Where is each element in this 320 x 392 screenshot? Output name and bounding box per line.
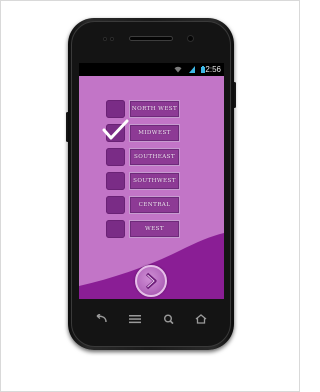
region-row: NORTH WEST bbox=[106, 100, 180, 118]
front-camera-icon bbox=[187, 35, 194, 42]
checkmark-icon bbox=[102, 119, 129, 140]
region-button[interactable]: NORTH WEST bbox=[129, 100, 180, 118]
status-icons bbox=[172, 66, 205, 73]
signal-icon bbox=[188, 66, 195, 73]
region-checkbox[interactable] bbox=[106, 196, 125, 214]
region-selector-screen: NORTH WEST MIDWEST SOUTHEAST SOUTHWEST C… bbox=[79, 76, 224, 299]
region-button[interactable]: MIDWEST bbox=[129, 124, 180, 142]
region-checkbox[interactable] bbox=[106, 100, 125, 118]
region-row: CENTRAL bbox=[106, 196, 180, 214]
phone-screen: 2:56 NORTH WEST MIDWEST SOUTHEAST SOUTHW… bbox=[79, 63, 224, 299]
status-time: 2:56 bbox=[205, 65, 221, 74]
hardware-nav-bar bbox=[80, 308, 222, 330]
next-button[interactable] bbox=[135, 265, 167, 297]
region-row: MIDWEST bbox=[102, 119, 180, 142]
chevron-right-icon bbox=[145, 272, 157, 290]
region-row: WEST bbox=[106, 220, 180, 238]
light-sensor-icon bbox=[110, 37, 114, 41]
region-button[interactable]: SOUTHEAST bbox=[129, 148, 180, 166]
home-icon[interactable] bbox=[194, 314, 208, 324]
region-button[interactable]: WEST bbox=[129, 220, 180, 238]
battery-icon bbox=[201, 66, 205, 73]
wifi-icon bbox=[174, 66, 182, 73]
region-row: SOUTHEAST bbox=[106, 148, 180, 166]
back-icon[interactable] bbox=[94, 314, 108, 324]
region-checkbox[interactable] bbox=[106, 172, 125, 190]
region-checkbox[interactable] bbox=[106, 148, 125, 166]
region-checkbox[interactable] bbox=[106, 220, 125, 238]
menu-icon[interactable] bbox=[128, 314, 142, 324]
region-button[interactable]: SOUTHWEST bbox=[129, 172, 180, 190]
status-bar: 2:56 bbox=[79, 63, 224, 76]
region-row: SOUTHWEST bbox=[106, 172, 180, 190]
proximity-sensor-icon bbox=[103, 37, 107, 41]
earpiece-speaker bbox=[129, 36, 173, 41]
region-button[interactable]: CENTRAL bbox=[129, 196, 180, 214]
search-icon[interactable] bbox=[162, 314, 176, 324]
